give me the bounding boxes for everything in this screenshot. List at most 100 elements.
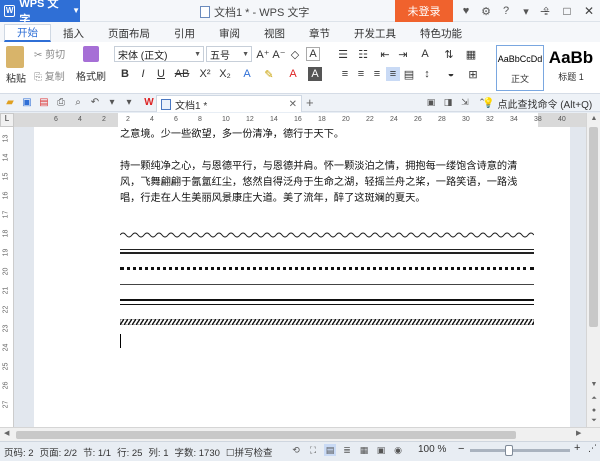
strikethrough-icon[interactable]: AB <box>172 67 192 81</box>
zoom-slider-knob[interactable] <box>505 445 513 456</box>
zoom-level[interactable]: 100 % <box>418 444 446 455</box>
zoom-in-icon[interactable]: + <box>574 442 580 454</box>
status-pages[interactable]: 页面: 2/2 <box>40 445 78 459</box>
new-tab-button[interactable]: + <box>306 95 314 110</box>
skin-icon[interactable]: ♥ <box>458 3 474 19</box>
scroll-down-icon[interactable]: ▼ <box>587 381 600 393</box>
table-border-icon[interactable]: ▦ <box>464 47 478 61</box>
tab-page-layout[interactable]: 页面布局 <box>96 24 162 42</box>
tab-home[interactable]: 开始 <box>4 24 51 42</box>
scroll-up-icon[interactable]: ▲ <box>587 115 600 127</box>
cut-button[interactable]: ✂ 剪切 <box>34 46 65 61</box>
close-icon[interactable]: ✕ <box>289 99 297 110</box>
status-row[interactable]: 行: 25 <box>117 445 142 459</box>
document-tab[interactable]: 文档1 * ✕ <box>156 95 302 112</box>
status-section[interactable]: 节: 1/1 <box>83 445 111 459</box>
chinese-layout-icon[interactable]: A <box>418 47 432 61</box>
grow-font-icon[interactable]: A⁺ <box>256 47 270 61</box>
vertical-scrollbar[interactable]: ▲ ▼ ⏶ ● ⏷ <box>586 113 600 427</box>
more-icon[interactable]: ▾ <box>518 3 534 19</box>
paragraph-1[interactable]: 持一颗纯净之心，与恩德平行，与恩德并肩。怀一颗淡泊之情，拥抱每一缕饱含诗意的清风… <box>120 159 534 207</box>
subscript-icon[interactable]: X₂ <box>218 67 232 81</box>
page[interactable]: 之意境。少一些欲望，多一份清净，德行于天下。 持一颗纯净之心，与恩德平行，与恩德… <box>34 127 570 427</box>
italic-icon[interactable]: I <box>136 67 150 81</box>
copy-button[interactable]: ⎘ 复制 <box>34 68 65 83</box>
status-col[interactable]: 列: 1 <box>148 445 168 459</box>
status-page[interactable]: 页码: 2 <box>4 445 34 459</box>
double-line[interactable] <box>120 249 534 254</box>
zoom-slider[interactable] <box>470 449 570 452</box>
maximize-icon[interactable]: □ <box>556 0 578 22</box>
style-heading-1[interactable]: AaBb 标题 1 <box>546 45 596 91</box>
undo-icon[interactable]: ↶ <box>88 96 102 110</box>
text-color-icon[interactable]: A <box>240 67 254 81</box>
tab-references[interactable]: 引用 <box>162 24 207 42</box>
tab-special[interactable]: 特色功能 <box>408 24 474 42</box>
thin-line[interactable] <box>120 284 534 285</box>
increase-indent-icon[interactable]: ⇥ <box>396 47 410 61</box>
fullscreen-icon[interactable]: ⛶ <box>307 444 319 456</box>
numbered-list-icon[interactable]: ☷ <box>356 47 370 61</box>
align-right-icon[interactable]: ≡ <box>370 67 384 81</box>
vertical-scroll-thumb[interactable] <box>589 127 598 327</box>
tab-insert[interactable]: 插入 <box>51 24 96 42</box>
char-shading-icon[interactable]: A <box>308 67 322 81</box>
share-icon[interactable]: ⇲ <box>459 96 471 108</box>
clear-format-icon[interactable]: ◇ <box>288 47 302 61</box>
app-menu-button[interactable]: W WPS 文字 ▼ <box>0 0 80 26</box>
outline-view-icon[interactable]: ≣ <box>341 444 353 456</box>
customize-icon[interactable]: ▾ <box>122 96 136 110</box>
scroll-left-icon[interactable]: ◀ <box>4 429 9 437</box>
underline-icon[interactable]: U <box>154 67 168 81</box>
horizontal-scrollbar[interactable]: ◀ ▶ <box>0 427 600 441</box>
web-view-icon[interactable]: ▦ <box>358 444 370 456</box>
resize-grip-icon[interactable]: ⋰ <box>588 443 597 454</box>
reading-view-icon[interactable]: ▣ <box>375 444 387 456</box>
track-changes-icon[interactable]: ⟲ <box>290 444 302 456</box>
hatched-line[interactable] <box>120 319 534 325</box>
align-center-icon[interactable]: ≡ <box>354 67 368 81</box>
pdf-icon[interactable]: ▤ <box>37 96 51 110</box>
justify-icon[interactable]: ≡ <box>386 67 400 81</box>
status-words[interactable]: 字数: 1730 <box>174 445 219 459</box>
shrink-font-icon[interactable]: A⁻ <box>272 47 286 61</box>
format-painter-button[interactable]: 格式刷 <box>76 46 106 83</box>
borders-icon[interactable]: ⊞ <box>466 67 480 81</box>
minimize-icon[interactable]: ─ <box>534 0 556 22</box>
horizontal-scroll-thumb[interactable] <box>16 431 516 439</box>
document-area[interactable]: 之意境。少一些欲望，多一份清净，德行于天下。 持一颗纯净之心，与恩德平行，与恩德… <box>14 127 586 427</box>
paste-button[interactable]: 粘贴 <box>6 46 26 85</box>
font-size-select[interactable]: 五号 ▼ <box>206 46 252 62</box>
style-normal[interactable]: AaBbCcDd 正文 <box>496 45 544 91</box>
highlight-icon[interactable]: ✎ <box>262 67 276 81</box>
page-view-icon[interactable]: ▤ <box>324 444 336 456</box>
wps-red-logo-icon[interactable]: W <box>142 96 156 110</box>
paragraph-0[interactable]: 之意境。少一些欲望，多一份清净，德行于天下。 <box>120 127 534 143</box>
font-family-select[interactable]: 宋体 (正文) ▼ <box>114 46 204 62</box>
tab-chapter[interactable]: 章节 <box>297 24 342 42</box>
open-icon[interactable]: ▰ <box>3 96 17 110</box>
zoom-out-icon[interactable]: − <box>458 443 464 455</box>
font-color-icon[interactable]: A <box>286 67 300 81</box>
scroll-right-icon[interactable]: ▶ <box>576 429 581 437</box>
collapse-icon[interactable]: ◨ <box>442 96 454 108</box>
redo-icon[interactable]: ▾ <box>105 96 119 110</box>
horizontal-ruler[interactable]: 6 4 2 2 4 6 8 10 12 14 16 18 20 22 24 26 28 30 32 34 38 40 <box>14 113 586 127</box>
distributed-icon[interactable]: ▤ <box>402 67 416 81</box>
text-effect-icon[interactable]: A <box>306 47 320 61</box>
shading-icon[interactable]: ◒ <box>444 67 458 81</box>
login-button[interactable]: 未登录 <box>395 0 453 22</box>
dotted-line[interactable] <box>120 267 534 270</box>
sort-icon[interactable]: ⇅ <box>442 47 456 61</box>
help-button[interactable]: ? <box>498 3 514 19</box>
print-preview-icon[interactable]: ⌕ <box>71 96 85 110</box>
save-icon[interactable]: ▣ <box>20 96 34 110</box>
spell-check-toggle[interactable]: ☐拼写检查 <box>226 445 273 459</box>
decrease-indent-icon[interactable]: ⇤ <box>378 47 392 61</box>
ruler-corner-button[interactable]: L <box>0 113 14 127</box>
superscript-icon[interactable]: X² <box>198 67 212 81</box>
bold-icon[interactable]: B <box>118 67 132 81</box>
tab-view[interactable]: 视图 <box>252 24 297 42</box>
prev-page-icon[interactable]: ⏶ <box>587 395 600 407</box>
eye-protection-icon[interactable]: ◉ <box>392 444 404 456</box>
